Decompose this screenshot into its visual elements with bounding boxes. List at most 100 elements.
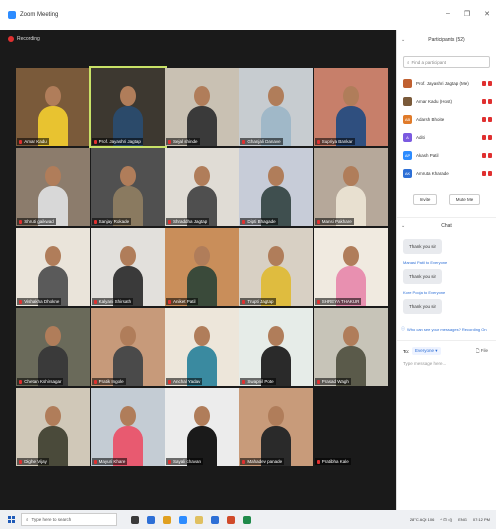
taskbar-search[interactable]: ⌕ Type here to search	[21, 513, 117, 526]
muted-mic-icon	[242, 379, 246, 384]
participant-video-tile[interactable]: Chetan Kshirsagar	[16, 308, 91, 386]
muted-mic-icon[interactable]	[482, 170, 486, 176]
participant-video-tile[interactable]: Vishakha Dhokne	[16, 228, 91, 306]
weather-widget[interactable]: 28°C AQI 106	[410, 517, 435, 522]
participant-face	[193, 326, 210, 346]
maximize-button[interactable]: ❐	[464, 10, 470, 18]
video-off-icon[interactable]	[488, 134, 492, 140]
participant-video-tile[interactable]: Dighe Vijay	[16, 388, 91, 466]
video-off-icon[interactable]	[488, 98, 492, 104]
chevron-down-icon[interactable]: ⌄	[401, 37, 405, 43]
participant-face	[268, 246, 285, 266]
participant-video-tile[interactable]: Mayuri Khare	[90, 388, 165, 466]
participant-video-tile[interactable]: Sejal shinde	[164, 68, 239, 146]
language-indicator[interactable]: ENG	[458, 517, 467, 522]
participant-list-item[interactable]: AP Akash Patil	[397, 146, 496, 164]
participant-video-tile[interactable]: SHREYA THAKUR	[313, 228, 388, 306]
video-off-icon[interactable]	[488, 80, 492, 86]
participant-name-label: SHREYA THAKUR	[314, 298, 362, 305]
powerpoint-icon[interactable]	[227, 515, 235, 524]
participant-status-icons	[482, 98, 492, 104]
file-button[interactable]: 🗋 File	[476, 347, 488, 355]
video-off-icon[interactable]	[488, 170, 492, 176]
avatar: AP	[403, 150, 412, 160]
muted-mic-icon	[167, 299, 171, 304]
participant-name: Prof. Jayashri Jagtap	[98, 139, 141, 144]
participant-name-label: Sanjay Rokade	[91, 218, 132, 225]
muted-mic-icon[interactable]	[482, 134, 486, 140]
muted-mic-icon	[19, 219, 23, 224]
clock[interactable]: 07:12 PM	[473, 517, 490, 522]
participant-list-item[interactable]: AB Adarsh Bhoite	[397, 110, 496, 128]
participant-video-tile[interactable]: Prasad Wagh	[313, 308, 388, 386]
participant-list-name: Akash Patil	[416, 152, 439, 158]
recipient-select[interactable]: Everyone ▾	[412, 347, 441, 355]
muted-mic-icon[interactable]	[482, 98, 486, 104]
word-icon[interactable]	[211, 515, 219, 524]
participant-video-tile[interactable]: Shruti gaikwad	[16, 148, 91, 226]
recording-indicator[interactable]: Recording	[8, 36, 40, 42]
participant-video-tile[interactable]: Pratibha Kale	[313, 388, 388, 466]
muted-mic-icon[interactable]	[482, 116, 486, 122]
muted-mic-icon[interactable]	[482, 152, 486, 158]
mute-me-button[interactable]: Mute Me	[448, 194, 481, 205]
participant-video-tile[interactable]: Kalyani Shirsath	[90, 228, 165, 306]
participant-list-item[interactable]: AK Amruta Kharade	[397, 164, 496, 182]
participant-list-item[interactable]: Prof. Jayashri Jagtap (Me)	[397, 74, 496, 92]
participant-status-icons	[482, 116, 492, 122]
muted-mic-icon[interactable]	[482, 80, 486, 86]
chevron-down-icon[interactable]: ⌄	[401, 223, 405, 229]
participant-name-label: Prof. Jayashri Jagtap	[91, 138, 143, 145]
message-visibility-hint[interactable]: ⓘ Who can see your messages? Recording O…	[401, 326, 492, 332]
participant-name-label: Aniket Patil	[165, 298, 198, 305]
zoom-app-icon[interactable]	[179, 515, 187, 524]
participant-video-tile[interactable]: Trupti Jagtap	[239, 228, 314, 306]
participant-video-tile[interactable]: Aniket Patil	[164, 228, 239, 306]
tray-icons[interactable]: ^ ⊡ ◁)	[440, 517, 452, 522]
minimize-button[interactable]: –	[446, 10, 450, 18]
participant-face	[119, 86, 136, 106]
participant-face	[45, 246, 62, 266]
participant-video-tile[interactable]: Swapnil Pote	[239, 308, 314, 386]
windows-start-icon[interactable]	[8, 516, 15, 523]
participant-list-item[interactable]: A Aditi	[397, 128, 496, 146]
muted-mic-icon	[316, 379, 320, 384]
participant-name: Amar Kadu	[24, 139, 47, 144]
participant-name: Mansi Pakhare	[321, 219, 352, 224]
participant-video-tile[interactable]: Mansi Pakhare	[313, 148, 388, 226]
participant-video-tile[interactable]: Pratik Ingole	[90, 308, 165, 386]
muted-mic-icon	[93, 379, 97, 384]
participant-video-tile[interactable]: Prof. Jayashri Jagtap	[88, 66, 167, 148]
find-placeholder: Find a participant	[411, 59, 447, 65]
chat-input[interactable]: Type message here...	[397, 355, 496, 372]
participant-name-label: Amar Kadu	[17, 138, 49, 145]
video-off-icon[interactable]	[488, 116, 492, 122]
participant-video-tile[interactable]: Ghanjali Danave	[239, 68, 314, 146]
participant-face	[45, 406, 62, 426]
edge-icon[interactable]	[147, 515, 155, 524]
window-title: Zoom Meeting	[20, 12, 59, 18]
participant-name: Supriya Bankar	[321, 139, 353, 144]
video-off-icon[interactable]	[488, 152, 492, 158]
chrome-icon[interactable]	[163, 515, 171, 524]
participant-video-tile[interactable]: Sanjay Rokade	[90, 148, 165, 226]
participant-name-label: Swapnil Pote	[240, 378, 276, 385]
close-button[interactable]: ✕	[484, 10, 490, 18]
invite-button[interactable]: Invite	[412, 194, 438, 205]
to-label: To:	[403, 348, 410, 354]
participant-video-tile[interactable]: Shraddha Jagtap	[164, 148, 239, 226]
participant-video-tile[interactable]: Amar Kadu	[16, 68, 91, 146]
participant-video-tile[interactable]: Anchal Yadav	[164, 308, 239, 386]
participant-name: Dipti Bhagade	[247, 219, 276, 224]
participant-video-tile[interactable]: Mahadev panade	[239, 388, 314, 466]
participant-name: Sanjay Rokade	[98, 219, 130, 224]
participant-name-label: Pratik Ingole	[91, 378, 126, 385]
participant-list-item[interactable]: Amar Kadu (Host)	[397, 92, 496, 110]
participant-video-tile[interactable]: Sayali chavan	[164, 388, 239, 466]
find-participant-input[interactable]: ⌕ Find a participant	[403, 56, 490, 68]
excel-icon[interactable]	[243, 515, 251, 524]
task-view-icon[interactable]	[131, 515, 139, 524]
participant-video-tile[interactable]: Dipti Bhagade	[239, 148, 314, 226]
participant-video-tile[interactable]: Supriya Bankar	[313, 68, 388, 146]
file-explorer-icon[interactable]	[195, 515, 203, 524]
